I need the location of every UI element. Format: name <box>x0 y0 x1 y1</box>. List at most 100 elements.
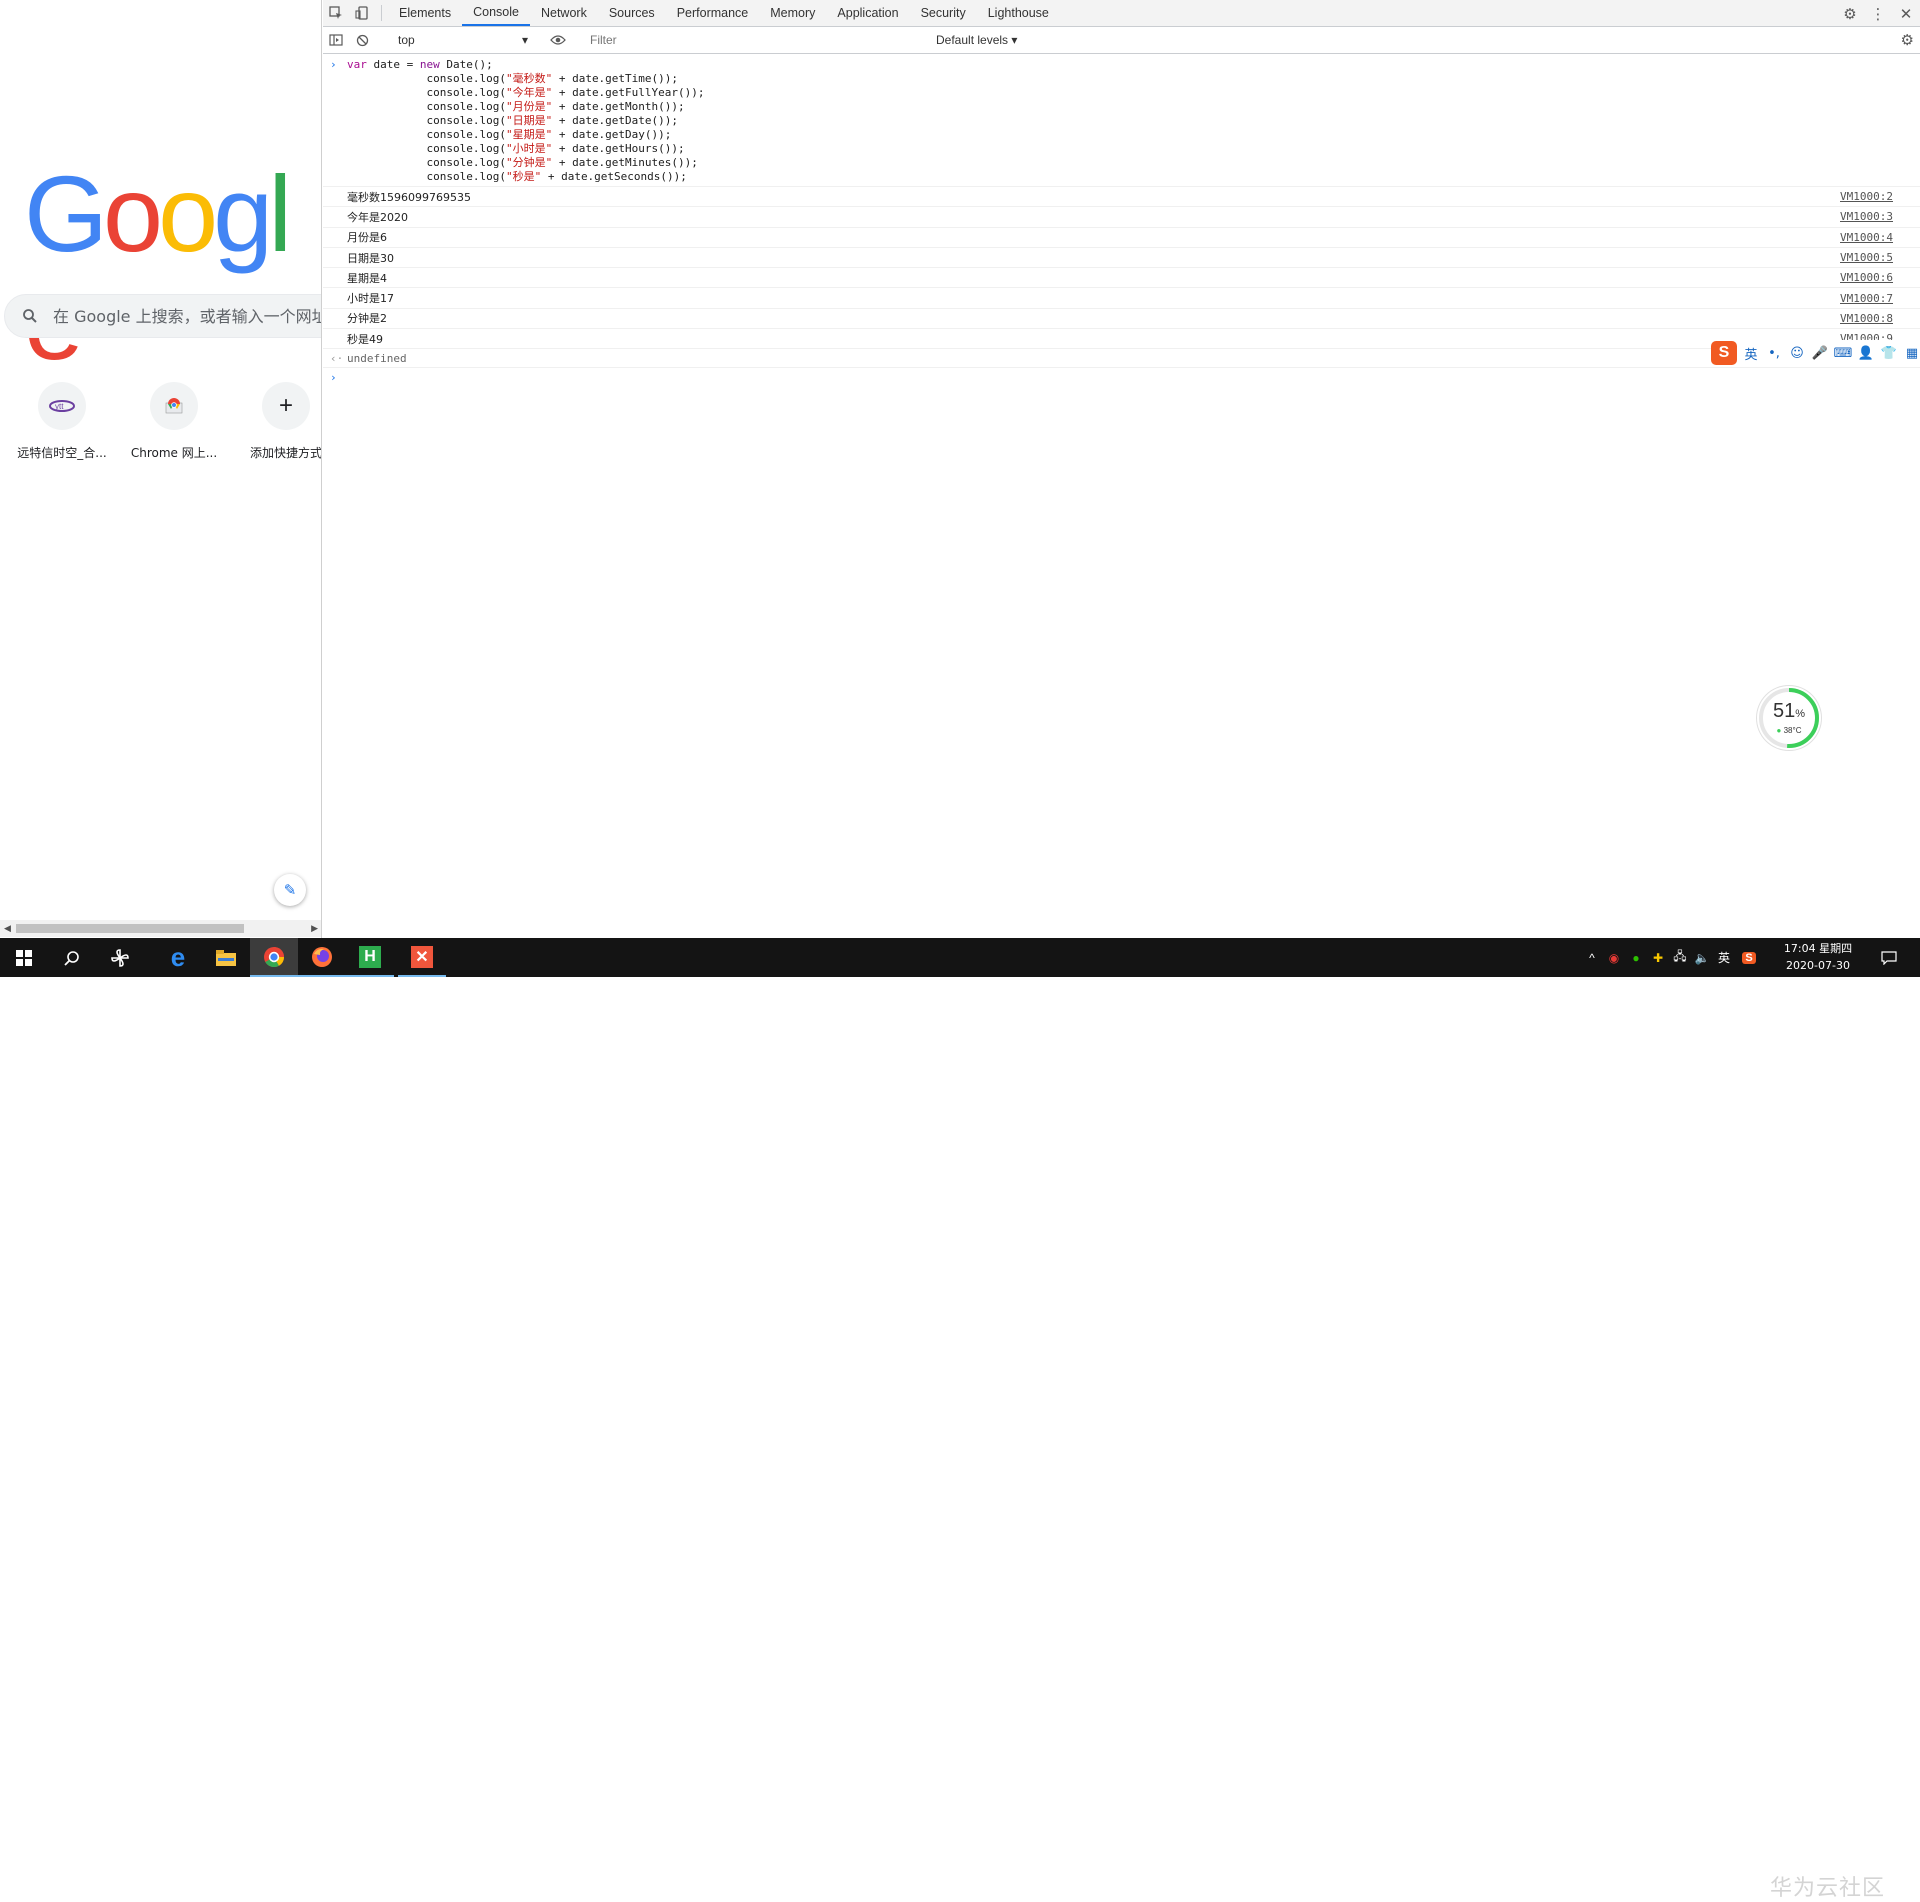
sogou-tray-icon[interactable]: S <box>1738 938 1760 977</box>
system-monitor-widget[interactable]: 51% ● 38°C <box>1757 686 1821 750</box>
console-command: › var date = new Date(); console.log("毫秒… <box>323 54 1920 187</box>
usage-percent: 51% <box>1772 700 1806 722</box>
user-icon[interactable]: 👤 <box>1857 344 1875 362</box>
log-message: 分钟是2 <box>347 312 387 326</box>
devtools-tabs: Elements Console Network Sources Performance… <box>388 0 1060 26</box>
console-prompt[interactable]: › <box>323 368 1920 388</box>
wechat-tray-icon[interactable]: ● <box>1626 938 1646 977</box>
more-options-icon[interactable]: ⋮ <box>1864 0 1892 27</box>
console-log-row: 小时是17 VM1000:7 <box>323 288 1920 309</box>
google-logo: Google <box>24 160 321 376</box>
tab-memory[interactable]: Memory <box>759 0 826 26</box>
network-icon[interactable]: 🖧 <box>1670 938 1690 977</box>
toolbox-icon[interactable]: ▦ <box>1903 344 1920 362</box>
tab-console[interactable]: Console <box>462 0 530 26</box>
source-link[interactable]: VM1000:2 <box>1840 190 1893 203</box>
punctuation-toggle[interactable]: •, <box>1765 344 1783 362</box>
console-log-row: 星期是4 VM1000:6 <box>323 268 1920 289</box>
search-input[interactable] <box>53 306 321 326</box>
edge-browser-icon[interactable]: e <box>154 938 202 977</box>
result-value: undefined <box>347 351 407 365</box>
source-link[interactable]: VM1000:6 <box>1840 271 1893 284</box>
tab-sources[interactable]: Sources <box>598 0 666 26</box>
console-toolbar: top ▾ Default levels ▾ ⚙ <box>323 27 1920 54</box>
chrome-taskbar-icon[interactable] <box>250 938 298 977</box>
customize-button[interactable]: ✎ <box>274 874 306 906</box>
log-message: 小时是17 <box>347 292 394 306</box>
source-link[interactable]: VM1000:5 <box>1840 251 1893 264</box>
start-button[interactable] <box>0 938 48 977</box>
filter-input[interactable] <box>584 30 924 50</box>
scroll-left-icon[interactable]: ◀ <box>4 923 11 934</box>
app-tray-icon[interactable]: ✚ <box>1648 938 1668 977</box>
prompt-chevron-icon: › <box>330 371 337 385</box>
horizontal-scrollbar[interactable]: ◀ ▶ <box>0 920 321 937</box>
pinwheel-app-icon[interactable] <box>96 938 144 977</box>
log-levels-dropdown[interactable]: Default levels ▾ <box>936 33 1017 47</box>
temperature: ● 38°C <box>1776 726 1802 735</box>
plus-icon: + <box>262 382 310 430</box>
volume-icon[interactable]: 🔈 <box>1692 938 1712 977</box>
emoji-icon[interactable]: ☺ <box>1788 344 1806 362</box>
file-explorer-icon[interactable] <box>202 938 250 977</box>
scrollbar-thumb[interactable] <box>16 924 244 933</box>
hbuilder-taskbar-icon[interactable]: H <box>346 938 394 977</box>
live-expression-eye-icon[interactable] <box>545 35 571 45</box>
logo-letter: o <box>158 153 218 274</box>
shortcut-tile-chrome-webstore[interactable]: Chrome 网上... <box>118 382 230 461</box>
context-selector[interactable]: top ▾ <box>398 33 532 47</box>
sogou-logo-icon[interactable]: S <box>1711 341 1737 365</box>
tab-application[interactable]: Application <box>826 0 909 26</box>
ime-mode-toggle[interactable]: 英 <box>1742 344 1760 363</box>
tab-security[interactable]: Security <box>910 0 977 26</box>
firefox-taskbar-icon[interactable] <box>298 938 346 977</box>
logo-letter: g <box>213 153 273 274</box>
log-message: 今年是2020 <box>347 210 408 224</box>
dropdown-arrow-icon: ▾ <box>521 33 528 47</box>
device-toolbar-icon[interactable] <box>349 0 375 26</box>
source-link[interactable]: VM1000:8 <box>1840 312 1893 325</box>
context-value: top <box>398 33 415 47</box>
clear-console-icon[interactable] <box>349 34 375 47</box>
devtools-panel: Elements Console Network Sources Performance… <box>323 0 1920 938</box>
tab-lighthouse[interactable]: Lighthouse <box>977 0 1060 26</box>
shortcut-label: 远特信时空_合... <box>17 446 107 460</box>
sidebar-toggle-icon[interactable] <box>323 34 349 46</box>
tab-performance[interactable]: Performance <box>666 0 760 26</box>
code-line: console.log("秒是" + date.getSeconds()); <box>347 170 687 183</box>
shortcut-tile-yuantel[interactable]: ytt 远特信时空_合... <box>6 382 118 461</box>
shortcut-label: 添加快捷方式 <box>249 446 322 460</box>
scroll-right-icon[interactable]: ▶ <box>311 923 318 934</box>
source-link[interactable]: VM1000:3 <box>1840 210 1893 223</box>
xmind-taskbar-icon[interactable]: ✕ <box>398 938 446 977</box>
console-settings-gear-icon[interactable]: ⚙ <box>1901 31 1914 49</box>
settings-gear-icon[interactable]: ⚙ <box>1836 0 1864 27</box>
svg-text:ytt: ytt <box>55 402 64 411</box>
search-box[interactable] <box>4 294 321 338</box>
shortcut-tile-add[interactable]: + 添加快捷方式 <box>230 382 322 461</box>
source-link[interactable]: VM1000:4 <box>1840 231 1893 244</box>
clock-date: 2020-07-30 <box>1786 959 1850 972</box>
taskbar-clock[interactable]: 17:04 星期四 2020-07-30 <box>1773 940 1863 974</box>
console-log-row: 日期是30 VM1000:5 <box>323 248 1920 269</box>
console-output[interactable]: › var date = new Date(); console.log("毫秒… <box>323 54 1920 388</box>
show-hidden-icons[interactable]: ^ <box>1582 938 1602 977</box>
code-line: console.log("今年是" + date.getFullYear()); <box>347 86 705 99</box>
skin-icon[interactable]: 👕 <box>1880 344 1898 362</box>
new-tab-page: Google ytt 远特信时空_合... Chrome 网上... + 添加快… <box>0 0 322 938</box>
antivirus-tray-icon[interactable]: ◉ <box>1604 938 1624 977</box>
inspect-element-icon[interactable] <box>323 0 349 26</box>
source-link[interactable]: VM1000:7 <box>1840 292 1893 305</box>
microphone-icon[interactable]: 🎤 <box>1811 344 1829 362</box>
close-icon[interactable]: ✕ <box>1892 0 1920 27</box>
search-taskbar-icon[interactable] <box>48 938 96 977</box>
notification-center-icon[interactable] <box>1876 938 1902 977</box>
windows-taskbar: e H ✕ ^ ◉ ● ✚ 🖧 🔈 英 S 华为云社区 17:04 星期四 20… <box>0 938 1920 1901</box>
code-line: var date = new Date(); <box>347 58 493 71</box>
tab-network[interactable]: Network <box>530 0 598 26</box>
tab-elements[interactable]: Elements <box>388 0 462 26</box>
code-line: console.log("小时是" + date.getHours()); <box>347 142 685 155</box>
logo-letter: G <box>24 153 108 274</box>
input-language-indicator[interactable]: 英 <box>1714 938 1734 977</box>
keyboard-icon[interactable]: ⌨ <box>1834 344 1853 362</box>
